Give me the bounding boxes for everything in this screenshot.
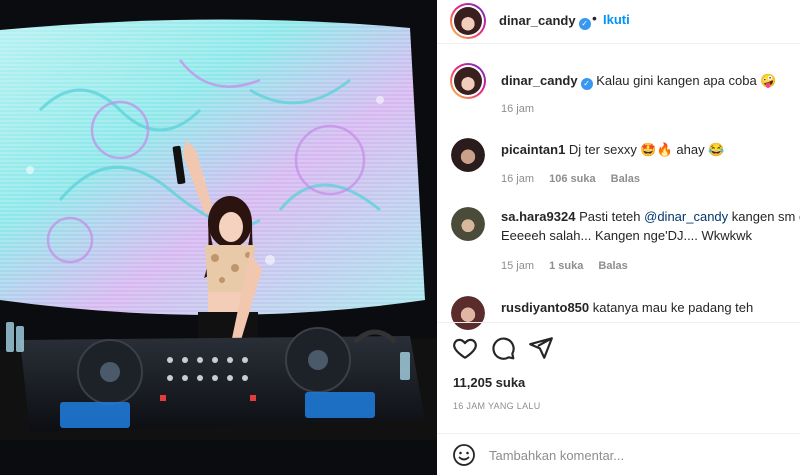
commenter-avatar[interactable]	[451, 138, 485, 172]
comment-username[interactable]: rusdiyanto850	[501, 300, 589, 315]
comment-time[interactable]: 16 jam	[501, 173, 534, 185]
share-icon[interactable]	[528, 335, 554, 361]
add-comment-bar	[437, 433, 800, 475]
author-avatar[interactable]	[450, 3, 486, 39]
reply-button[interactable]: Balas	[611, 173, 640, 185]
reply-button[interactable]: Balas	[598, 260, 627, 272]
heart-icon[interactable]	[452, 335, 478, 361]
comment-text: katanya mau ke padang teh	[592, 300, 754, 315]
verified-badge-icon: ✓	[578, 18, 591, 30]
dj-photo-illustration	[0, 0, 437, 475]
post-actions: 11,205 suka 16 JAM YANG LALU	[437, 322, 800, 475]
author-username[interactable]: dinar_candy	[499, 13, 576, 28]
caption-body: dinar_candy ✓ Kalau gini kangen apa coba …	[501, 71, 794, 90]
comment-meta: 15 jam 1 suka Balas	[501, 260, 640, 272]
caption-time[interactable]: 16 jam	[501, 103, 534, 115]
comment-text: Dj ter sexxy 🤩🔥 ahay 😂	[568, 142, 725, 157]
emoji-icon[interactable]	[452, 443, 476, 467]
post-header: dinar_candy ✓ • Ikuti	[437, 0, 800, 44]
comment-body: sa.hara9324 Pasti teteh @dinar_candy kan…	[501, 207, 800, 226]
comment-time[interactable]: 15 jam	[501, 260, 534, 272]
author-username-row[interactable]: dinar_candy ✓	[499, 12, 591, 30]
comment-likes[interactable]: 1 suka	[549, 260, 583, 272]
post-image[interactable]	[0, 0, 437, 475]
follow-button[interactable]: Ikuti	[603, 12, 630, 27]
comment-meta: 16 jam 106 suka Balas	[501, 173, 652, 185]
post-timestamp[interactable]: 16 JAM YANG LALU	[453, 401, 541, 411]
comment-input[interactable]	[489, 444, 779, 466]
caption-username[interactable]: dinar_candy	[501, 73, 578, 88]
separator-dot: •	[592, 10, 597, 26]
likes-count[interactable]: 11,205 suka	[453, 375, 525, 390]
comment-username[interactable]: sa.hara9324	[501, 209, 575, 224]
comment-icon[interactable]	[490, 335, 516, 361]
mention-link[interactable]: @dinar_candy	[644, 209, 728, 224]
comment-body: rusdiyanto850 katanya mau ke padang teh	[501, 298, 794, 317]
comment-text-part: kangen sm e	[728, 209, 800, 224]
comment-body: picaintan1 Dj ter sexxy 🤩🔥 ahay 😂	[501, 140, 794, 159]
comment-username[interactable]: picaintan1	[501, 142, 565, 157]
comment-likes[interactable]: 106 suka	[549, 173, 595, 185]
caption-text: Kalau gini kangen apa coba 🤪	[596, 73, 777, 88]
post-sidebar: dinar_candy ✓ • Ikuti dinar_candy ✓ Kalau …	[437, 0, 800, 475]
verified-badge-icon: ✓	[580, 78, 593, 90]
caption-meta: 16 jam	[501, 103, 546, 115]
comment-text-part: Pasti teteh	[579, 209, 645, 224]
comment-body-line2: Eeeeeh salah... Kangen nge'DJ.... Wkwkwk	[501, 228, 753, 243]
commenter-avatar[interactable]	[451, 207, 485, 241]
caption-avatar[interactable]	[450, 63, 486, 99]
